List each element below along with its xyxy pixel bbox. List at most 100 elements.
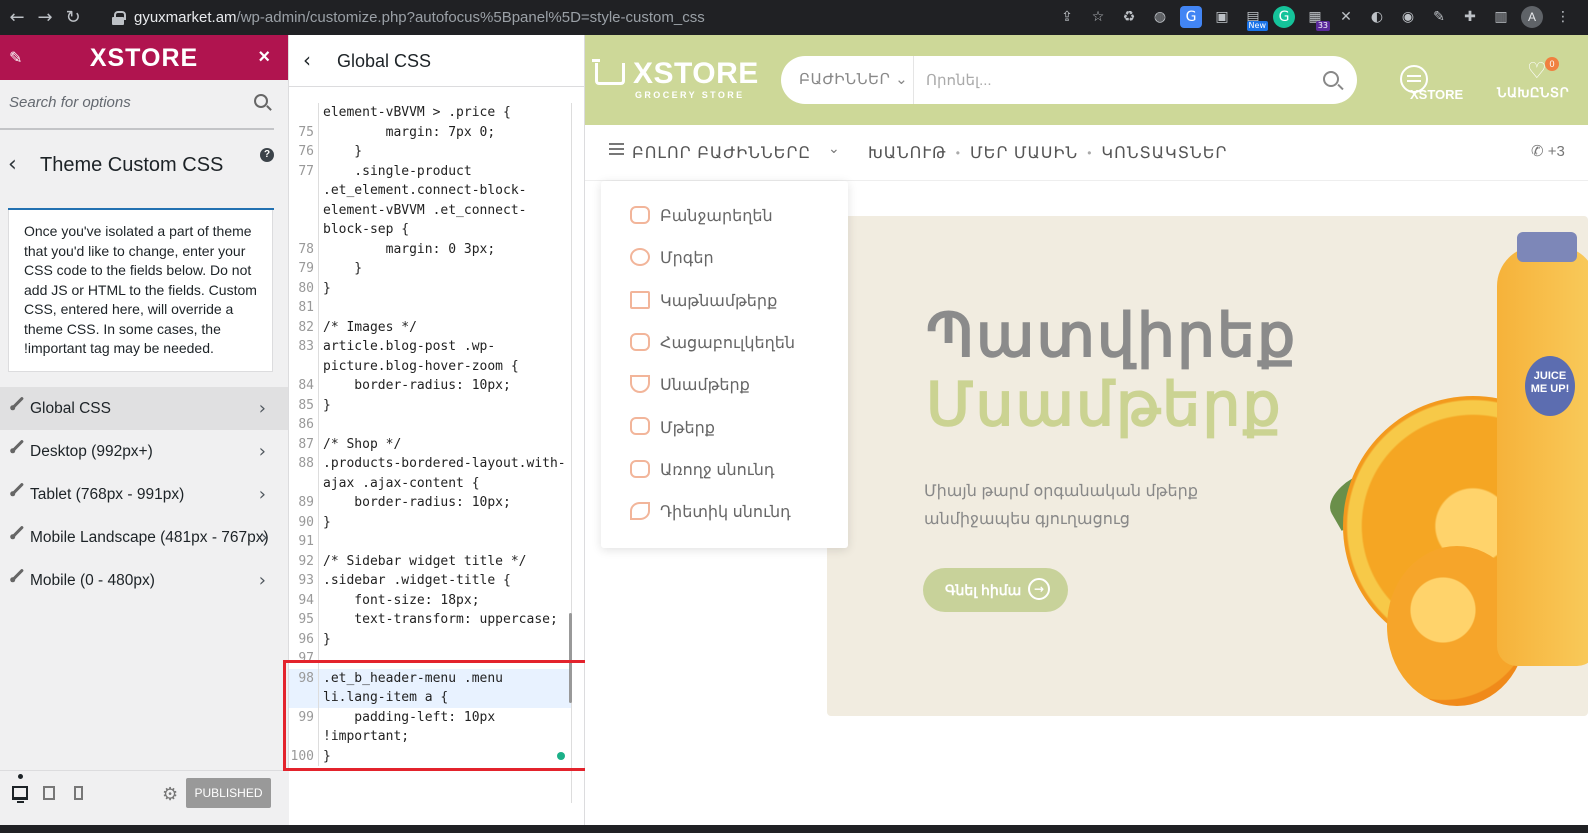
mobile-preview-icon[interactable]: [74, 786, 83, 800]
code-line[interactable]: 98 .et_b_header-menu .menu: [289, 668, 571, 688]
code-line[interactable]: 83 article.blog-post .wp-: [289, 337, 571, 357]
code-line[interactable]: 99 padding-left: 10px: [289, 707, 571, 727]
back-arrow-icon[interactable]: ←: [6, 7, 28, 29]
category-item[interactable]: Առողջ սնունդ: [601, 449, 848, 491]
nav-phone[interactable]: ✆ +3: [1531, 142, 1565, 160]
code-line[interactable]: 77 .single-product: [289, 161, 571, 181]
nav-link-about[interactable]: ՄԵՐ ՄԱՍԻՆ: [970, 143, 1078, 163]
line-number: 98: [289, 668, 319, 688]
code-line[interactable]: 82/* Images */: [289, 317, 571, 337]
code-line[interactable]: element-vBVVM .et_connect-: [289, 200, 571, 220]
code-line[interactable]: 79 }: [289, 259, 571, 279]
help-icon[interactable]: ?: [260, 148, 274, 162]
line-number: 95: [289, 610, 319, 630]
search-category-select[interactable]: ԲԱԺԻՆՆԵՐ ⌄: [781, 56, 914, 104]
line-number: 91: [289, 532, 319, 552]
site-search-input[interactable]: [926, 71, 1306, 89]
screen-extension-icon[interactable]: ◉: [1397, 6, 1419, 28]
code-line[interactable]: block-sep {: [289, 220, 571, 240]
x-extension-icon[interactable]: ✕: [1335, 6, 1357, 28]
code-line[interactable]: 84 border-radius: 10px;: [289, 376, 571, 396]
share-icon[interactable]: ⇪: [1056, 6, 1078, 28]
code-line[interactable]: 93 .sidebar .widget-title {: [289, 571, 571, 591]
camera-extension-icon[interactable]: ▣: [1211, 6, 1233, 28]
code-line[interactable]: 96}: [289, 629, 571, 649]
code-line[interactable]: 78 margin: 0 3px;: [289, 239, 571, 259]
forward-arrow-icon[interactable]: →: [34, 7, 56, 29]
code-line[interactable]: 91: [289, 532, 571, 552]
category-item[interactable]: Բանջարեղեն: [601, 195, 848, 237]
category-item[interactable]: Դիետիկ սնունդ: [601, 491, 848, 533]
editor-scrollbar[interactable]: [569, 613, 572, 703]
close-icon[interactable]: ×: [258, 46, 270, 69]
sidebar-item-tablet[interactable]: Tablet (768px - 991px) ›: [0, 473, 288, 516]
shop-now-button[interactable]: Գնել հիմա →: [923, 568, 1068, 612]
bookmark-star-icon[interactable]: ☆: [1087, 6, 1109, 28]
nav-link-contacts[interactable]: ԿՈՆՏԱԿՏՆԵՐ: [1101, 143, 1227, 163]
code-line[interactable]: 90}: [289, 512, 571, 532]
code-line[interactable]: 81: [289, 298, 571, 318]
desktop-preview-icon[interactable]: [12, 786, 28, 803]
code-line[interactable]: 97: [289, 649, 571, 669]
chevron-down-icon[interactable]: ⌄: [828, 141, 840, 157]
code-line[interactable]: 94 font-size: 18px;: [289, 590, 571, 610]
category-item[interactable]: Սնամթերք: [601, 364, 848, 406]
code-line[interactable]: 75 margin: 7px 0;: [289, 122, 571, 142]
code-line[interactable]: 80}: [289, 278, 571, 298]
kebab-menu-icon[interactable]: ⋮: [1552, 6, 1574, 28]
sidebar-item-mobile[interactable]: Mobile (0 - 480px) ›: [0, 559, 288, 602]
sidebar-item-label: Desktop (992px+): [30, 442, 153, 460]
new-extension-icon[interactable]: ▤ New: [1242, 6, 1268, 31]
code-line[interactable]: li.lang-item a {: [289, 688, 571, 708]
category-item[interactable]: Մրգեր: [601, 237, 848, 279]
sidebar-item-global-css[interactable]: Global CSS ›: [0, 387, 288, 430]
sidepanel-icon[interactable]: ▥: [1490, 6, 1512, 28]
code-line[interactable]: 86: [289, 415, 571, 435]
code-line[interactable]: 85}: [289, 395, 571, 415]
code-line[interactable]: 76 }: [289, 142, 571, 162]
code-line[interactable]: .et_element.connect-block-: [289, 181, 571, 201]
translate-extension-icon[interactable]: G: [1180, 6, 1202, 28]
gear-icon[interactable]: ⚙: [162, 784, 178, 805]
globe-extension-icon[interactable]: ◍: [1149, 6, 1171, 28]
reload-icon[interactable]: ↻: [62, 7, 84, 29]
grammarly-extension-icon[interactable]: G: [1273, 6, 1295, 28]
code-line[interactable]: ajax .ajax-content {: [289, 473, 571, 493]
pen-extension-icon[interactable]: ✎: [1428, 6, 1450, 28]
back-chevron-icon[interactable]: ‹: [8, 152, 17, 177]
sidebar-item-label: Mobile (0 - 480px): [30, 571, 155, 589]
status-dot: [557, 752, 565, 760]
css-code-editor[interactable]: element-vBVVM > .price {75 margin: 7px 0…: [289, 103, 572, 803]
hamburger-icon[interactable]: [609, 148, 624, 150]
code-line[interactable]: 88 .products-bordered-layout.with-: [289, 454, 571, 474]
category-item[interactable]: Մթերք: [601, 406, 848, 448]
code-line[interactable]: picture.blog-hover-zoom {: [289, 356, 571, 376]
code-line[interactable]: 95 text-transform: uppercase;: [289, 610, 571, 630]
options-search-input[interactable]: [9, 94, 239, 111]
search-icon[interactable]: [254, 94, 268, 108]
arrow-right-icon: →: [1028, 578, 1050, 600]
moon-extension-icon[interactable]: ◐: [1366, 6, 1388, 28]
code-line[interactable]: 100}: [289, 746, 571, 766]
sidebar-item-mobile-landscape[interactable]: Mobile Landscape (481px - 767px) ›: [0, 516, 288, 559]
all-categories-toggle[interactable]: ԲՈԼՈՐ ԲԱԺԻՆՆԵՐԸ: [632, 143, 811, 163]
nav-link-shop[interactable]: ԽԱՆՈՒԹ: [868, 143, 947, 163]
code-line[interactable]: !important;: [289, 727, 571, 747]
puzzle-icon[interactable]: ✚: [1459, 6, 1481, 28]
code-line[interactable]: 89 border-radius: 10px;: [289, 493, 571, 513]
tablet-preview-icon[interactable]: [43, 786, 55, 800]
category-item[interactable]: Կաթնամթերք: [601, 280, 848, 322]
profile-avatar[interactable]: A: [1521, 6, 1543, 28]
category-item[interactable]: Հացաբուլկեղեն: [601, 322, 848, 364]
code-line[interactable]: 92/* Sidebar widget title */: [289, 551, 571, 571]
address-bar[interactable]: gyuxmarket.am/wp-admin/customize.php?aut…: [100, 4, 1090, 31]
back-chevron-icon[interactable]: ‹: [303, 48, 311, 72]
published-button[interactable]: PUBLISHED: [186, 778, 271, 808]
code-line[interactable]: element-vBVVM > .price {: [289, 103, 571, 123]
recycle-extension-icon[interactable]: ♻: [1118, 6, 1140, 28]
line-number: [289, 356, 319, 376]
code-line[interactable]: 87/* Shop */: [289, 434, 571, 454]
search-icon[interactable]: [1323, 71, 1339, 87]
sidebar-item-desktop[interactable]: Desktop (992px+) ›: [0, 430, 288, 473]
counter-extension-icon[interactable]: ▦ 33: [1304, 6, 1330, 31]
